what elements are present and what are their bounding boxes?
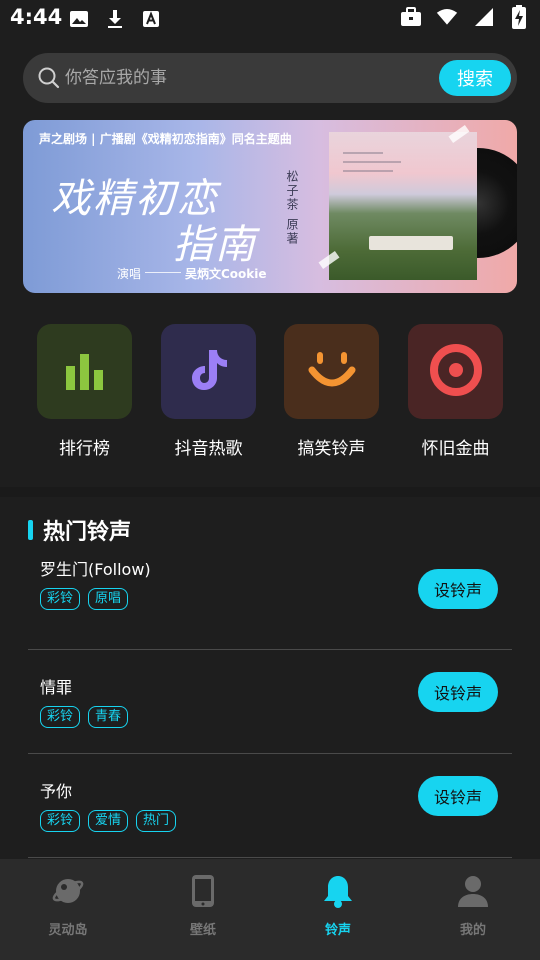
song-row[interactable]: 予你 彩铃 爱情 热门 设铃声 [28,754,512,858]
wifi-icon [436,6,458,28]
banner-title-line2: 指南 [173,222,257,268]
category-label: 排行榜 [59,439,110,459]
album-cover-image [329,132,477,280]
bell-icon [320,873,356,909]
download-icon [104,8,126,30]
banner-author: 松子茶 原著 [285,170,299,246]
set-ringtone-button[interactable]: 设铃声 [418,672,498,712]
category-funny-tile [284,324,379,419]
phone-icon [185,873,221,909]
nav-item-ringtone[interactable]: 铃声 [298,873,378,938]
search-bar[interactable]: 搜索 [23,53,517,103]
set-ringtone-button[interactable]: 设铃声 [418,776,498,816]
category-label: 搞笑铃声 [297,439,366,459]
category-classic-tile [408,324,503,419]
battery-charging-icon [508,5,530,29]
tiktok-icon [187,346,231,398]
song-tags: 彩铃 原唱 [40,588,129,610]
nav-label: 壁纸 [189,923,216,938]
album-cover-bed [369,236,453,250]
bar-chart-icon [63,350,107,394]
category-funny[interactable]: 搞笑铃声 [284,324,379,459]
person-icon [455,873,491,909]
section-title: 热门铃声 [43,520,132,545]
song-name: 予你 [40,782,73,801]
song-tags: 彩铃 青春 [40,706,129,728]
set-ringtone-button[interactable]: 设铃声 [418,569,498,609]
status-bar: 4:44 [0,0,540,36]
song-tag: 青春 [88,706,129,728]
category-douyin-tile [161,324,256,419]
nav-item-wallpaper[interactable]: 壁纸 [163,873,243,938]
smile-icon [307,348,357,396]
song-tag: 热门 [136,810,177,832]
category-label: 抖音热歌 [174,439,243,459]
search-button[interactable]: 搜索 [439,60,511,96]
category-douyin[interactable]: 抖音热歌 [161,324,256,459]
category-label: 怀旧金曲 [421,439,490,459]
banner-artist: 吴炳文Cookie [185,267,267,281]
status-time: 4:44 [10,5,63,29]
album-cover-text [343,152,403,188]
nav-label: 我的 [459,923,486,938]
bottom-nav: 灵动岛 壁纸 铃声 我的 [0,859,540,960]
section-accent-bar [28,520,33,540]
banner-dash [145,272,181,273]
image-icon [68,8,90,30]
song-name: 罗生门(Follow) [40,560,151,579]
song-tag: 彩铃 [40,706,81,728]
nav-item-mine[interactable]: 我的 [433,873,513,938]
song-tag: 彩铃 [40,588,81,610]
song-row[interactable]: 罗生门(Follow) 彩铃 原唱 设铃声 [28,546,512,650]
song-tags: 彩铃 爱情 热门 [40,810,177,832]
song-tag: 爱情 [88,810,129,832]
song-tag: 彩铃 [40,810,81,832]
search-input[interactable] [65,53,425,103]
nav-item-dynamic-island[interactable]: 灵动岛 [28,873,108,938]
nav-label: 铃声 [324,923,351,938]
banner-sing-label: 演唱 [117,267,142,281]
category-ranking[interactable]: 排行榜 [37,324,132,459]
section-divider [0,487,540,497]
song-row[interactable]: 情罪 彩铃 青春 设铃声 [28,650,512,754]
planet-icon [50,873,86,909]
song-name: 情罪 [40,678,73,697]
briefcase-icon [400,6,422,28]
font-icon [140,8,162,30]
search-icon [37,66,61,90]
song-tag: 原唱 [88,588,129,610]
promo-banner[interactable]: 声之剧场 | 广播剧《戏精初恋指南》同名主题曲 戏精初恋 指南 松子茶 原著 演… [23,120,517,293]
category-ranking-tile [37,324,132,419]
nav-label: 灵动岛 [48,923,88,938]
category-classic[interactable]: 怀旧金曲 [408,324,503,459]
signal-icon [472,6,494,28]
target-icon [429,343,483,401]
banner-subtitle: 声之剧场 | 广播剧《戏精初恋指南》同名主题曲 [39,132,292,146]
